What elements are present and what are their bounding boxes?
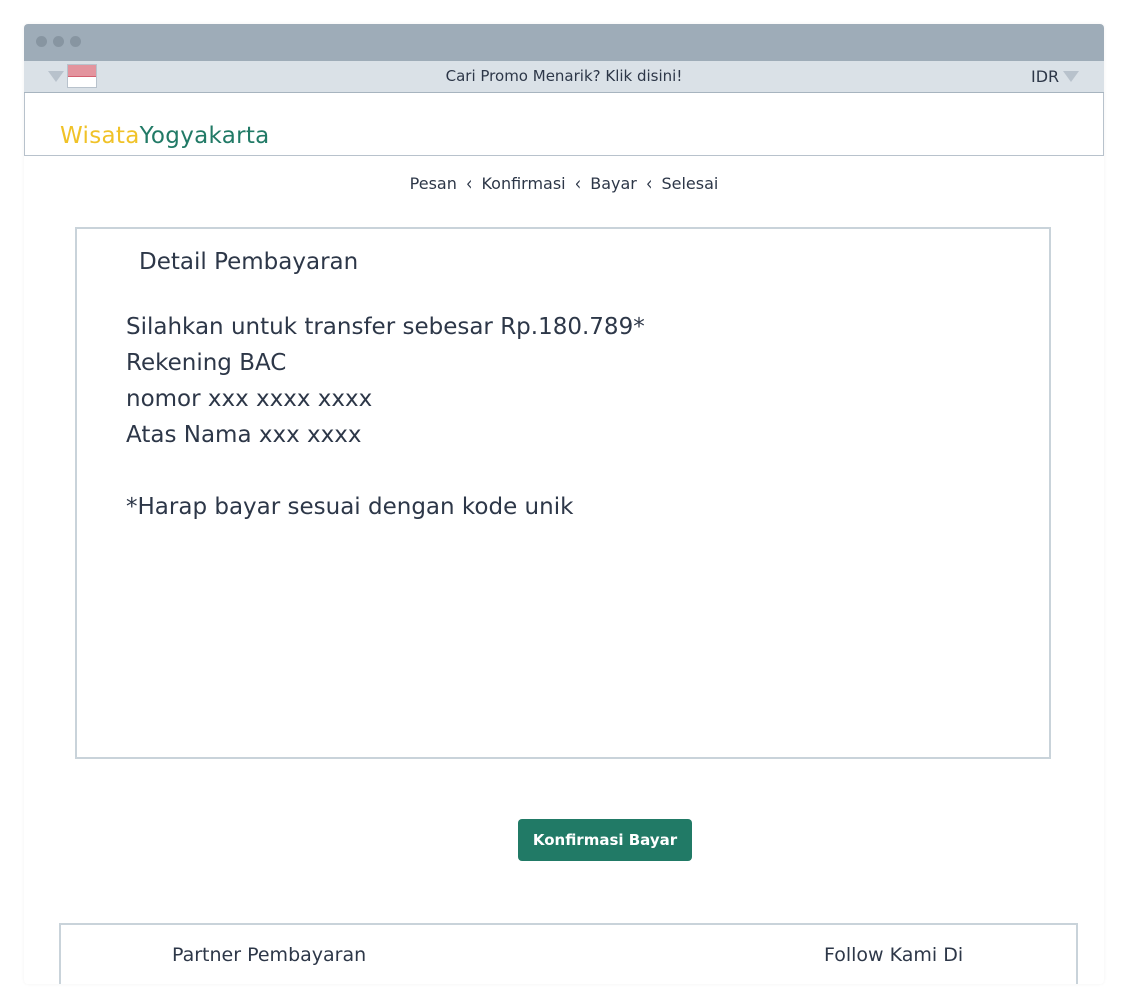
browser-window: Cari Promo Menarik? Klik disini! IDR Wis… [24, 24, 1104, 984]
currency-selector[interactable]: IDR [1031, 61, 1059, 92]
breadcrumb-step-bayar[interactable]: Bayar [590, 174, 637, 193]
currency-dropdown-caret-icon[interactable] [1063, 71, 1079, 82]
window-dot-icon [53, 36, 64, 47]
payment-partner-heading: Partner Pembayaran [172, 944, 367, 966]
breadcrumb-step-pesan[interactable]: Pesan [410, 174, 457, 193]
breadcrumb-step-konfirmasi[interactable]: Konfirmasi [481, 174, 565, 193]
site-footer: Partner Pembayaran Follow Kami Di [59, 923, 1078, 984]
chevron-left-icon: ‹ [645, 172, 653, 195]
window-dot-icon [36, 36, 47, 47]
chevron-left-icon: ‹ [574, 172, 582, 195]
account-number-line: nomor xxx xxxx xxxx [126, 386, 373, 412]
transfer-amount-line: Silahkan untuk transfer sebesar Rp.180.7… [126, 314, 645, 340]
confirm-payment-button[interactable]: Konfirmasi Bayar [518, 819, 692, 861]
follow-us-heading: Follow Kami Di [824, 944, 964, 966]
chevron-left-icon: ‹ [465, 172, 473, 195]
window-dot-icon [70, 36, 81, 47]
account-name-line: Atas Nama xxx xxxx [126, 422, 362, 448]
payment-detail-title: Detail Pembayaran [139, 249, 359, 275]
payment-instructions: Silahkan untuk transfer sebesar Rp.180.7… [126, 309, 645, 525]
promo-bar: Cari Promo Menarik? Klik disini! IDR [24, 61, 1104, 93]
site-logo[interactable]: WisataYogyakarta [60, 123, 270, 149]
breadcrumb-step-selesai[interactable]: Selesai [661, 174, 718, 193]
payment-detail-card: Detail Pembayaran Silahkan untuk transfe… [75, 227, 1051, 759]
site-header: WisataYogyakarta [24, 93, 1104, 156]
unique-code-note: *Harap bayar sesuai dengan kode unik [126, 494, 574, 520]
bank-account-line: Rekening BAC [126, 350, 287, 376]
window-titlebar [24, 24, 1104, 61]
breadcrumb: Pesan ‹ Konfirmasi ‹ Bayar ‹ Selesai [24, 172, 1104, 195]
promo-link[interactable]: Cari Promo Menarik? Klik disini! [24, 61, 1104, 92]
